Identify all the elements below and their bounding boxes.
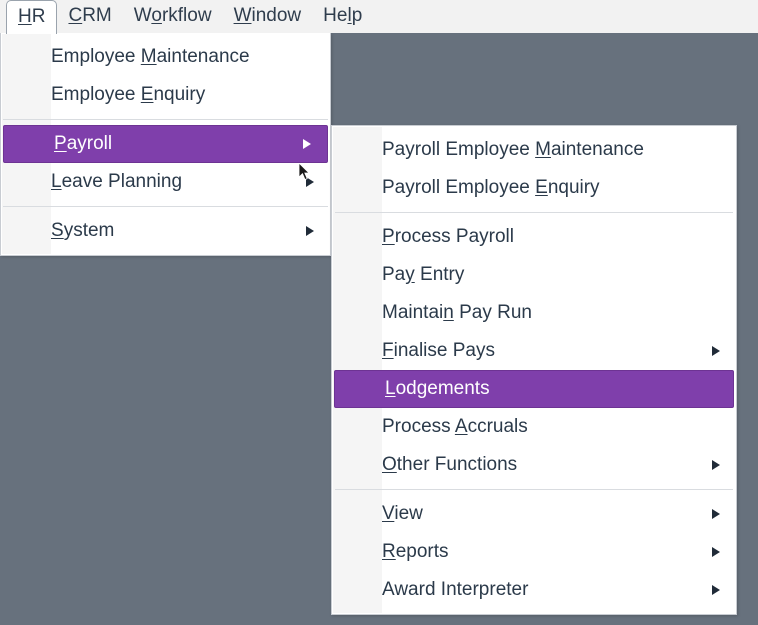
- menu-separator: [335, 212, 733, 213]
- menubar-item-hr[interactable]: HR: [6, 0, 58, 34]
- mnemonic-underline: l: [347, 5, 352, 26]
- mnemonic-underline: P: [382, 226, 395, 247]
- menubar-item-workflow[interactable]: Workflow: [123, 0, 223, 33]
- submenu-arrow-icon: [303, 139, 311, 149]
- menu-item-maintain-pay-run[interactable]: Maintain Pay Run: [332, 294, 736, 332]
- menu-item-process-accruals[interactable]: Process Accruals: [332, 408, 736, 446]
- submenu-payroll-items: Payroll Employee Maintenance Payroll Empl…: [332, 126, 736, 614]
- mnemonic-underline: S: [51, 220, 64, 241]
- menu-hr-items: Employee Maintenance Employee Enquiry Payr…: [1, 33, 330, 255]
- mnemonic-underline: M: [535, 139, 551, 160]
- submenu-arrow-icon: [306, 177, 314, 187]
- menu-item-payroll-employee-enquiry[interactable]: Payroll Employee Enquiry: [332, 169, 736, 207]
- mnemonic-underline: C: [68, 5, 83, 26]
- submenu-arrow-icon: [712, 460, 720, 470]
- submenu-arrow-icon: [306, 226, 314, 236]
- mnemonic-underline: F: [382, 340, 394, 361]
- menu-separator: [3, 119, 328, 120]
- menu-separator: [335, 489, 733, 490]
- mnemonic-underline: O: [382, 454, 397, 475]
- mnemonic-underline: o: [151, 5, 162, 26]
- menu-item-award-interpreter[interactable]: Award Interpreter: [332, 571, 736, 609]
- menu-item-lodgements[interactable]: Lodgements: [334, 370, 734, 408]
- menu-item-other-functions[interactable]: Other Functions: [332, 446, 736, 484]
- mnemonic-underline: L: [385, 378, 396, 399]
- submenu-payroll: Payroll Employee Maintenance Payroll Empl…: [331, 125, 737, 615]
- mnemonic-underline: E: [140, 84, 154, 105]
- mnemonic-underline: L: [51, 171, 62, 192]
- submenu-arrow-icon: [712, 509, 720, 519]
- mnemonic-underline: y: [405, 264, 415, 285]
- menu-item-reports[interactable]: Reports: [332, 533, 736, 571]
- submenu-arrow-icon: [712, 547, 720, 557]
- menu-item-finalise-pays[interactable]: Finalise Pays: [332, 332, 736, 370]
- mnemonic-underline: A: [454, 416, 468, 437]
- menu-item-pay-entry[interactable]: Pay Entry: [332, 256, 736, 294]
- mnemonic-underline: R: [382, 541, 396, 562]
- menu-item-system[interactable]: System: [1, 212, 330, 250]
- menu-item-leave-planning[interactable]: Leave Planning: [1, 163, 330, 201]
- menubar-item-crm[interactable]: CRM: [57, 0, 122, 33]
- menubar-item-help[interactable]: Help: [312, 0, 373, 33]
- dropdown-menu-hr: Employee Maintenance Employee Enquiry Payr…: [0, 33, 331, 256]
- menu-item-payroll[interactable]: Payroll: [3, 125, 328, 163]
- menu-separator: [3, 206, 328, 207]
- mnemonic-underline: W: [233, 5, 252, 26]
- mnemonic-underline: H: [18, 6, 32, 27]
- mnemonic-underline: M: [140, 46, 157, 67]
- menu-bar: HR CRM Workflow Window Help: [0, 0, 758, 34]
- menu-item-employee-maintenance[interactable]: Employee Maintenance: [1, 38, 330, 76]
- mnemonic-underline: V: [382, 503, 395, 524]
- menu-item-process-payroll[interactable]: Process Payroll: [332, 218, 736, 256]
- menubar-item-window[interactable]: Window: [223, 0, 313, 33]
- submenu-arrow-icon: [712, 585, 720, 595]
- mnemonic-underline: n: [443, 302, 454, 323]
- application-window: HR CRM Workflow Window Help Employee Mainten…: [0, 0, 758, 625]
- mnemonic-underline: E: [535, 177, 548, 198]
- submenu-arrow-icon: [712, 346, 720, 356]
- menu-item-employee-enquiry[interactable]: Employee Enquiry: [1, 76, 330, 114]
- menu-item-view[interactable]: View: [332, 495, 736, 533]
- mnemonic-underline: P: [54, 133, 67, 154]
- menu-item-payroll-employee-maintenance[interactable]: Payroll Employee Maintenance: [332, 131, 736, 169]
